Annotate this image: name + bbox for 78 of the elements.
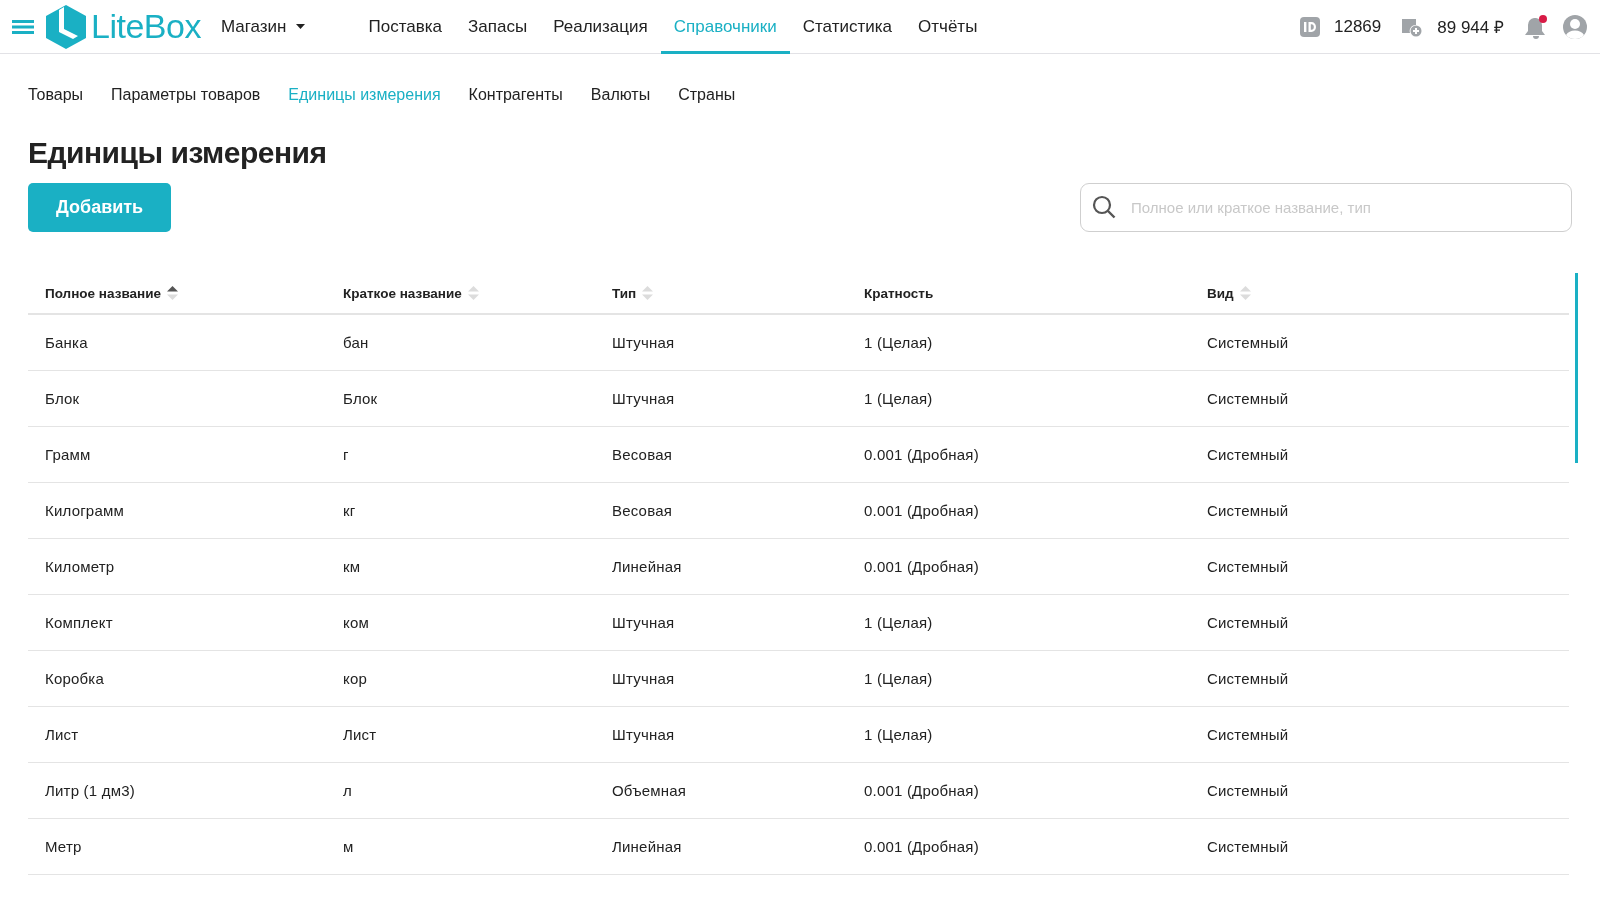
table-cell-text: Штучная [611,390,676,407]
table-cell-text: Линейная [611,558,683,575]
table-cell-text: м [342,838,355,855]
table-cell-text: Штучная [611,726,676,743]
scrollbar[interactable] [1575,273,1578,463]
table-cell-text: 1 (Целая) [863,670,934,687]
table-cell-text: Банка [44,334,89,351]
table-cell-text: Системный [1206,726,1290,743]
nav-tab[interactable]: Поставка [355,0,455,54]
page-title: Единицы измерения [28,136,328,170]
table-cell-text: Системный [1206,782,1290,799]
nav-tab[interactable]: Статистика [789,0,906,54]
table-cell-text: 1 (Целая) [863,390,934,407]
table-cell-text: Километр [44,558,116,575]
table-cell-text: 1 (Целая) [863,614,934,631]
user-avatar-icon[interactable] [1562,13,1588,40]
table-cell-text: ком [342,614,370,631]
nav-tab[interactable]: Реализация [540,0,661,54]
table-cell-text: Лист [44,726,80,743]
column-header: Кратность [864,285,934,301]
table-cell-text: Комплект [44,614,114,631]
logo-icon [46,4,86,49]
subnav-tab[interactable]: Товары [28,86,84,104]
table-cell-text: 0.001 (Дробная) [863,502,980,519]
table-cell-text: бан [342,334,370,351]
table-cell-text: Системный [1206,614,1290,631]
table-cell-text: Системный [1206,390,1290,407]
table-cell-text: Грамм [44,446,92,463]
table-cell-text: Системный [1206,502,1290,519]
table-cell-text: Блок [44,390,81,407]
notification-bell-icon[interactable] [1524,13,1548,40]
table-cell-text: Литр (1 дм3) [44,782,136,799]
table-cell-text: Штучная [611,670,676,687]
store-dropdown[interactable]: Магазин [220,16,306,37]
table-cell-text: 1 (Целая) [863,334,934,351]
subnav-tab[interactable]: Контрагенты [468,86,563,104]
column-header[interactable]: Краткое название [343,285,462,301]
search-icon [1092,195,1116,219]
subnav-tab[interactable]: Параметры товаров [111,86,261,104]
table-cell-text: кор [342,670,368,687]
subnav-tab[interactable]: Страны [678,86,736,104]
table-cell-text: Штучная [611,614,676,631]
nav-tab[interactable]: Запасы [455,0,541,54]
table-cell-text: Системный [1206,838,1290,855]
column-header[interactable]: Вид [1207,285,1234,301]
table-cell-text: км [342,558,362,575]
table-cell-text: г [342,446,350,463]
balance: 89 944 ₽ [1437,17,1504,38]
table-cell-text: 0.001 (Дробная) [863,558,980,575]
table-cell-text: Весовая [611,446,674,463]
table-cell-text: л [342,782,353,799]
table-cell-text: Системный [1206,446,1290,463]
table-cell-text: Лист [342,726,378,743]
table-cell-text: кг [342,502,357,519]
table-cell-text: Блок [342,390,379,407]
account-id: 12869 [1334,16,1382,37]
caret-icon [296,24,306,29]
column-header[interactable]: Полное название [45,285,161,301]
table-cell-text: Метр [44,838,83,855]
table-cell-text: Килограмм [44,502,125,519]
table-cell-text: Весовая [611,502,674,519]
table-cell-text: 0.001 (Дробная) [863,838,980,855]
menu-icon[interactable] [12,19,34,34]
table-cell-text: Штучная [611,334,676,351]
table-cell-text: Объемная [611,782,688,799]
id-icon [1300,16,1320,37]
nav-tab[interactable]: Отчёты [905,0,991,54]
table-cell-text: Линейная [611,838,683,855]
table-cell-text: 0.001 (Дробная) [863,446,980,463]
table-cell-text: Системный [1206,558,1290,575]
table-cell-text: Коробка [44,670,105,687]
table-cell-text: Системный [1206,670,1290,687]
table-cell-text: 0.001 (Дробная) [863,782,980,799]
column-header[interactable]: Тип [612,285,637,301]
subnav-tab[interactable]: Валюты [590,86,651,104]
sort-icon[interactable] [167,286,178,300]
table-cell-text: 1 (Целая) [863,726,934,743]
table-cell-text: Системный [1206,334,1290,351]
